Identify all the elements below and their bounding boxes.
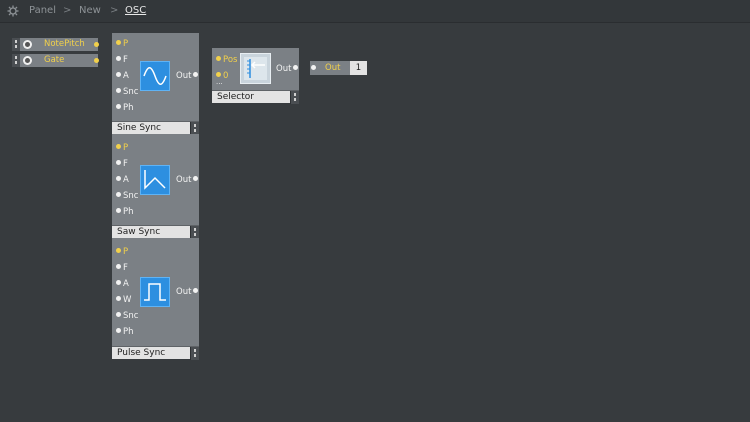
port-a[interactable]: A: [116, 279, 129, 289]
selector-icon: [240, 53, 271, 84]
port-w[interactable]: W: [116, 295, 131, 305]
breadcrumb-bar: Panel > New > OSC: [0, 0, 750, 23]
sine-wave-icon: [140, 61, 170, 91]
knob-icon: [23, 56, 32, 65]
port-f[interactable]: F: [116, 55, 128, 65]
port-p[interactable]: P: [116, 247, 128, 257]
drag-handle-icon[interactable]: [12, 38, 20, 51]
port-f[interactable]: F: [116, 159, 128, 169]
port-snc[interactable]: Snc: [116, 87, 138, 97]
module-name: Sine Sync: [117, 123, 162, 133]
port-p[interactable]: P: [116, 39, 128, 49]
saw-sync-module[interactable]: P F A Snc Ph Out Saw Sync: [112, 134, 199, 239]
breadcrumb-separator: >: [110, 5, 119, 16]
panel-gear-icon[interactable]: [7, 5, 19, 17]
sine-sync-module[interactable]: P F A Snc Ph Out Sine Sync: [112, 33, 199, 135]
more-ports-indicator: ...: [216, 78, 223, 86]
pulse-sync-module[interactable]: P F A W Snc Ph Out Pulse Sync: [112, 238, 199, 360]
out-port[interactable]: Out: [176, 175, 199, 185]
gate-label: Gate: [44, 55, 65, 65]
saw-wave-icon: [140, 165, 170, 195]
knob-icon: [23, 40, 32, 49]
drag-handle-icon[interactable]: [12, 54, 20, 67]
gate-out-port[interactable]: [94, 58, 99, 63]
port-a[interactable]: A: [116, 71, 129, 81]
port-ph[interactable]: Ph: [116, 327, 134, 337]
module-name: Saw Sync: [117, 227, 161, 237]
breadcrumb-new[interactable]: New: [79, 5, 101, 17]
output-module[interactable]: Out 1: [310, 61, 367, 75]
resize-handle-icon[interactable]: [190, 347, 199, 360]
module-name-bar[interactable]: Saw Sync: [112, 225, 199, 239]
port-ph[interactable]: Ph: [116, 207, 134, 217]
module-name-bar[interactable]: Pulse Sync: [112, 346, 199, 360]
output-in-port[interactable]: [311, 65, 316, 70]
output-channel[interactable]: 1: [350, 61, 367, 75]
out-port[interactable]: Out: [176, 287, 199, 297]
port-snc[interactable]: Snc: [116, 311, 138, 321]
breadcrumb-osc[interactable]: OSC: [125, 5, 146, 17]
notepitch-label: NotePitch: [44, 39, 85, 49]
gate-input-module[interactable]: Gate: [12, 54, 99, 67]
pulse-wave-icon: [140, 277, 170, 307]
notepitch-input-module[interactable]: NotePitch: [12, 38, 99, 51]
port-snc[interactable]: Snc: [116, 191, 138, 201]
module-name-bar[interactable]: Sine Sync: [112, 121, 199, 135]
module-name-bar[interactable]: Selector: [212, 90, 299, 104]
output-label: Out: [325, 63, 341, 73]
module-name: Pulse Sync: [117, 348, 166, 358]
out-port[interactable]: Out: [276, 64, 299, 74]
breadcrumb-panel[interactable]: Panel: [29, 5, 56, 17]
out-port[interactable]: Out: [176, 71, 199, 81]
selector-module[interactable]: Pos 0 ... Out Selector: [212, 48, 299, 104]
resize-handle-icon[interactable]: [290, 91, 299, 104]
port-f[interactable]: F: [116, 263, 128, 273]
port-ph[interactable]: Ph: [116, 103, 134, 113]
module-name: Selector: [217, 92, 254, 102]
notepitch-out-port[interactable]: [94, 42, 99, 47]
breadcrumb-separator: >: [63, 5, 72, 16]
port-a[interactable]: A: [116, 175, 129, 185]
port-p[interactable]: P: [116, 143, 128, 153]
port-pos[interactable]: Pos: [216, 55, 237, 65]
